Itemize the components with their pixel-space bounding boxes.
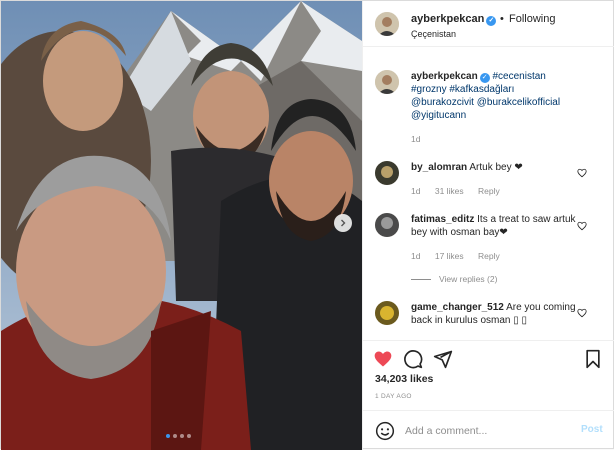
- comment-body: Artuk bey ❤: [469, 162, 523, 173]
- post-header: ayberkpekcan ✓ • Following Çeçenistan: [363, 1, 614, 47]
- comment-icon[interactable]: [403, 349, 423, 369]
- hashtag-link[interactable]: #kafkasdağları: [449, 84, 514, 95]
- caption: ayberkpekcan ✓ #cecenistan #grozny #kafka…: [411, 70, 591, 122]
- carousel-next-button[interactable]: [334, 214, 352, 232]
- location-link[interactable]: Çeçenistan: [411, 29, 456, 39]
- comment-meta: 1d 17 likes Reply: [411, 251, 512, 261]
- smile-icon[interactable]: [375, 421, 395, 441]
- comment-text: by_alomran Artuk bey ❤: [411, 161, 591, 174]
- avatar[interactable]: [375, 12, 399, 36]
- header-username[interactable]: ayberkpekcan ✓: [411, 13, 497, 26]
- comment-likes[interactable]: 31 likes: [435, 186, 464, 196]
- heart-icon[interactable]: [373, 349, 393, 369]
- avatar[interactable]: [375, 70, 399, 94]
- view-replies-label[interactable]: View replies (2): [439, 274, 497, 284]
- caption-username[interactable]: ayberkpekcan: [411, 71, 478, 82]
- post-actions: 34,203 likes 1 DAY AGO: [363, 340, 614, 410]
- comment-text: game_changer_512 Are you coming back in …: [411, 301, 591, 327]
- comment-username[interactable]: fatimas_editz: [411, 214, 474, 225]
- carousel-dot: [173, 434, 177, 438]
- comment-time[interactable]: 1d: [411, 251, 420, 261]
- add-comment-bar: Post: [363, 410, 614, 450]
- avatar[interactable]: [375, 301, 399, 325]
- mention-link[interactable]: @yigitucann: [411, 110, 466, 121]
- carousel-dot: [180, 434, 184, 438]
- carousel-dot: [166, 434, 170, 438]
- divider: [411, 279, 431, 281]
- separator-dot: •: [500, 13, 504, 25]
- share-icon[interactable]: [433, 349, 453, 369]
- following-button[interactable]: Following: [509, 13, 555, 25]
- comments-list: ayberkpekcan ✓ #cecenistan #grozny #kafka…: [363, 48, 614, 340]
- heart-icon[interactable]: [577, 308, 587, 318]
- post-sidebar: ayberkpekcan ✓ • Following Çeçenistan ayb…: [362, 1, 614, 450]
- heart-icon[interactable]: [577, 168, 587, 178]
- caption-meta: 1d: [411, 134, 432, 144]
- carousel-dots: [166, 434, 191, 438]
- username-text[interactable]: ayberkpekcan: [411, 13, 484, 25]
- comment-input[interactable]: [405, 421, 575, 441]
- caption-time[interactable]: 1d: [411, 134, 420, 144]
- avatar[interactable]: [375, 161, 399, 185]
- reply-button[interactable]: Reply: [478, 186, 500, 196]
- comment-username[interactable]: game_changer_512: [411, 302, 504, 313]
- comment-text: fatimas_editz Its a treat to saw artuk b…: [411, 213, 591, 239]
- comment-time[interactable]: 1d: [411, 186, 420, 196]
- comment-username[interactable]: by_alomran: [411, 162, 467, 173]
- instagram-post: ayberkpekcan ✓ • Following Çeçenistan ayb…: [0, 0, 614, 450]
- comment-likes[interactable]: 17 likes: [435, 251, 464, 261]
- comment-meta: 1d 31 likes Reply: [411, 186, 512, 196]
- reply-button[interactable]: Reply: [478, 251, 500, 261]
- post-photo[interactable]: [1, 1, 362, 450]
- heart-icon[interactable]: [577, 221, 587, 231]
- mention-link[interactable]: @burakozcivit: [411, 97, 474, 108]
- verified-icon: ✓: [486, 16, 497, 26]
- verified-icon: ✓: [479, 73, 490, 83]
- hashtag-link[interactable]: #grozny: [411, 84, 447, 95]
- hashtag-link[interactable]: #cecenistan: [493, 71, 546, 82]
- post-time[interactable]: 1 DAY AGO: [375, 393, 412, 400]
- chevron-right-icon: [341, 219, 346, 227]
- mention-link[interactable]: @burakcelikofficial: [477, 97, 560, 108]
- avatar[interactable]: [375, 213, 399, 237]
- likes-count[interactable]: 34,203 likes: [375, 373, 433, 385]
- bookmark-icon[interactable]: [583, 349, 603, 369]
- carousel-dot: [187, 434, 191, 438]
- post-button[interactable]: Post: [581, 424, 603, 435]
- view-replies-button[interactable]: View replies (2): [411, 274, 497, 284]
